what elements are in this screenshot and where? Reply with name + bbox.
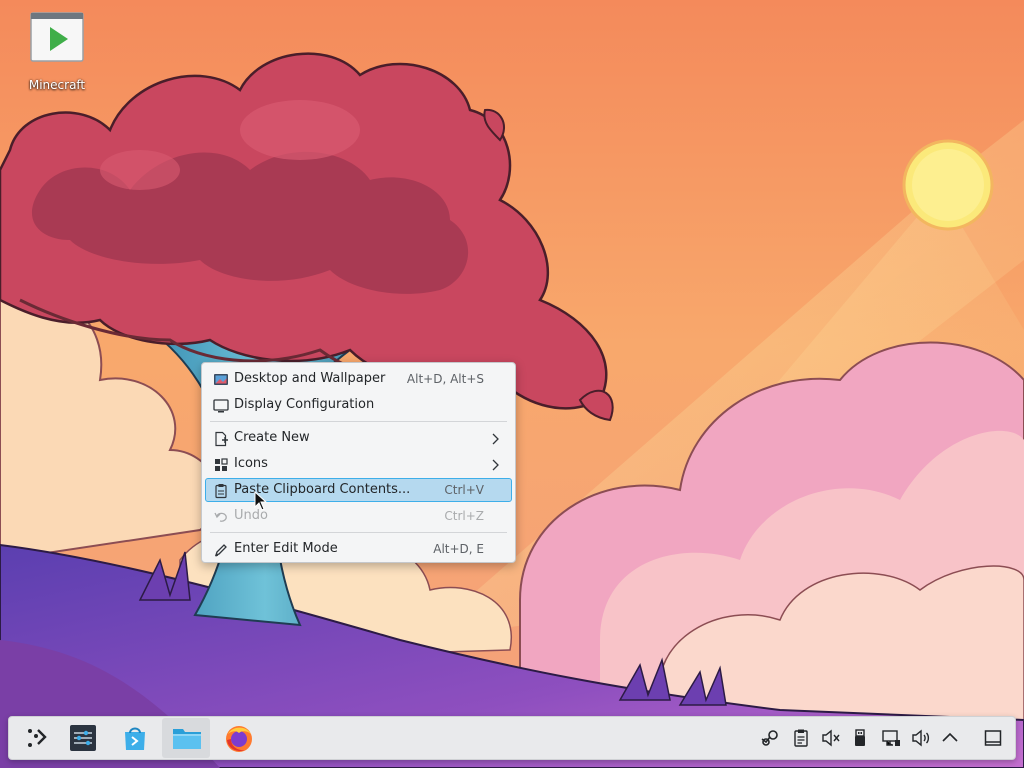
menu-item-display-configuration[interactable]: Display Configuration xyxy=(205,393,512,417)
menu-separator xyxy=(210,421,507,422)
discover-store-icon xyxy=(125,727,145,750)
menu-item-create-new[interactable]: Create New xyxy=(205,426,512,450)
new-document-icon xyxy=(213,431,229,447)
settings-icon xyxy=(70,725,96,751)
usb-device-icon xyxy=(855,729,865,746)
menu-item-paste-clipboard-contents[interactable]: Paste Clipboard Contents... Ctrl+V xyxy=(205,478,512,502)
minecraft-launcher-icon xyxy=(30,12,84,62)
menu-item-label: Paste Clipboard Contents... xyxy=(234,482,411,497)
menu-item-label: Icons xyxy=(234,456,268,471)
folder-icon xyxy=(173,729,201,749)
menu-item-shortcut: Ctrl+V xyxy=(444,483,484,497)
menu-item-label: Undo xyxy=(234,508,268,523)
menu-item-icons[interactable]: Icons xyxy=(205,452,512,476)
wallpaper-icon xyxy=(213,372,229,388)
show-desktop-icon xyxy=(984,730,1002,746)
menu-item-label: Create New xyxy=(234,430,310,445)
clipboard-icon xyxy=(213,483,229,499)
tray-usb-device[interactable] xyxy=(850,728,870,748)
edit-icon xyxy=(213,542,229,558)
audio-muted-icon xyxy=(822,729,840,747)
taskbar-app-dolphin[interactable] xyxy=(162,718,210,758)
menu-separator xyxy=(210,532,507,533)
tray-expand-button[interactable] xyxy=(940,728,960,748)
submenu-arrow-icon xyxy=(491,432,501,446)
desktop[interactable]: Minecraft Desktop and Wallpaper Alt+D, A… xyxy=(0,0,1024,768)
clipboard-icon xyxy=(794,729,808,747)
desktop-context-menu: Desktop and Wallpaper Alt+D, Alt+S Displ… xyxy=(201,362,516,563)
steam-icon xyxy=(761,730,778,746)
launcher-icon xyxy=(28,729,47,747)
menu-item-label: Enter Edit Mode xyxy=(234,541,338,556)
tray-expand-icon xyxy=(942,732,958,742)
tray-volume[interactable] xyxy=(911,728,931,748)
undo-icon xyxy=(213,509,229,525)
volume-icon xyxy=(912,729,930,747)
tray-clipboard[interactable] xyxy=(791,728,811,748)
menu-item-shortcut: Alt+D, Alt+S xyxy=(406,372,484,386)
menu-item-shortcut: Alt+D, E xyxy=(433,542,484,556)
taskbar-app-discover[interactable] xyxy=(111,718,159,758)
menu-item-desktop-and-wallpaper[interactable]: Desktop and Wallpaper Alt+D, Alt+S xyxy=(205,367,512,391)
menu-item-enter-edit-mode[interactable]: Enter Edit Mode Alt+D, E xyxy=(205,537,512,561)
menu-item-shortcut: Ctrl+Z xyxy=(444,509,484,523)
menu-item-label: Desktop and Wallpaper xyxy=(234,371,386,386)
tray-audio-muted[interactable] xyxy=(821,728,841,748)
network-wired-icon xyxy=(882,730,900,746)
submenu-arrow-icon xyxy=(491,458,501,472)
menu-item-undo[interactable]: Undo Ctrl+Z xyxy=(205,504,512,528)
taskbar-panel xyxy=(8,716,1016,760)
taskbar-app-firefox[interactable] xyxy=(214,718,262,758)
icons-grid-icon xyxy=(213,457,229,473)
firefox-icon xyxy=(226,726,252,752)
tray-network[interactable] xyxy=(881,728,901,748)
menu-item-label: Display Configuration xyxy=(234,397,375,412)
application-launcher-button[interactable] xyxy=(13,718,61,758)
desktop-icon-label: Minecraft xyxy=(28,78,86,92)
desktop-icon-minecraft[interactable]: Minecraft xyxy=(22,12,92,92)
tray-steam[interactable] xyxy=(760,728,780,748)
taskbar-app-system-settings[interactable] xyxy=(59,718,107,758)
show-desktop-button[interactable] xyxy=(983,728,1003,748)
display-icon xyxy=(213,398,229,414)
